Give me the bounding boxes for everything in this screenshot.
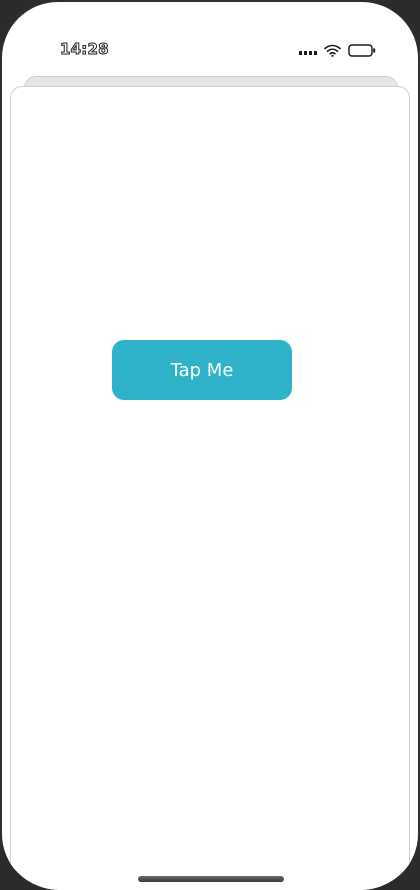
modal-sheet: Tap Me	[10, 86, 410, 890]
status-icons	[299, 42, 376, 58]
battery-icon	[348, 43, 376, 57]
status-time: 14:28	[60, 40, 110, 59]
wifi-icon	[324, 44, 341, 57]
screen: 14:28 Tap Me	[2, 2, 418, 890]
signal-icon	[299, 45, 317, 55]
tap-me-button[interactable]: Tap Me	[112, 340, 292, 400]
home-indicator[interactable]	[138, 876, 284, 882]
device-frame: 14:28 Tap Me	[0, 0, 420, 890]
status-bar: 14:28	[2, 2, 418, 82]
